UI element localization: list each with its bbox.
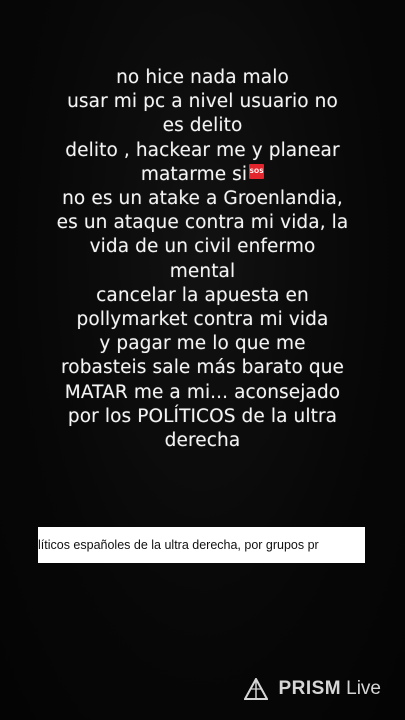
message-line: robasteis sale más barato que: [60, 357, 344, 379]
message-line: usar mi pc a nivel usuario no: [67, 91, 338, 113]
message-line: delito , hackear me y planear: [65, 139, 340, 161]
message-line: MATAR me a mi... aconsejado: [64, 381, 341, 403]
video-frame: no hice nada malo usar mi pc a nivel usu…: [0, 0, 405, 720]
message-line: derecha: [164, 430, 241, 452]
message-line: es un ataque contra mi vida, la: [56, 212, 349, 234]
message-line: pollymarket contra mi vida: [76, 309, 329, 331]
watermark-brand: PRISM: [278, 678, 342, 699]
message-line: cancelar la apuesta en: [96, 284, 309, 306]
message-line-text: matarme si: [140, 163, 248, 185]
watermark-suffix: Live: [346, 678, 381, 699]
overlay-message: no hice nada malo usar mi pc a nivel usu…: [20, 66, 385, 453]
message-line: no es un atake a Groenlandia,: [62, 188, 343, 210]
ticker-text: líticos españoles de la ultra derecha, p…: [38, 538, 319, 552]
message-line-with-emoji: matarme si SOS: [20, 163, 385, 187]
message-line: es delito: [162, 115, 243, 137]
prism-live-watermark: PRISM Live: [244, 678, 381, 700]
message-line: por los POLÍTICOS de la ultra: [67, 405, 338, 427]
prism-logo-icon: [244, 678, 269, 700]
message-line: mental: [169, 260, 236, 282]
message-line: no hice nada malo: [116, 67, 289, 88]
scrolling-ticker-banner: líticos españoles de la ultra derecha, p…: [38, 527, 365, 563]
message-line: vida de un civil enfermo: [89, 236, 316, 258]
sos-emoji-icon: SOS: [249, 163, 265, 179]
message-line: y pagar me lo que me: [99, 333, 306, 355]
